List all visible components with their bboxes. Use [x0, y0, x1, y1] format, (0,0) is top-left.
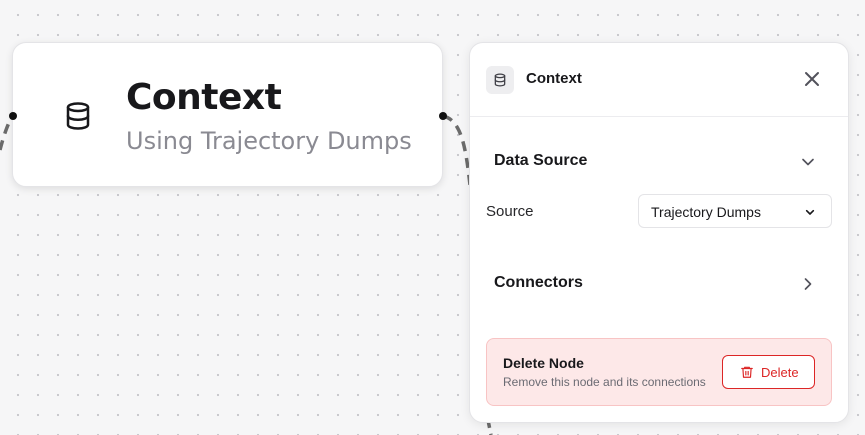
delete-node-title: Delete Node: [503, 355, 584, 371]
delete-node-description: Remove this node and its connections: [503, 375, 706, 389]
chevron-right-icon: [804, 278, 812, 290]
database-icon: [494, 73, 506, 87]
delete-button[interactable]: Delete: [722, 355, 815, 389]
panel-icon-badge: [486, 66, 514, 94]
chevron-down-icon: [805, 209, 815, 215]
trash-icon: [741, 366, 753, 378]
node-settings-panel: Context Data Source Source Trajectory Du…: [469, 42, 849, 423]
close-button[interactable]: [800, 67, 824, 91]
source-label: Source: [486, 203, 534, 220]
data-source-title: Data Source: [494, 152, 588, 169]
close-icon: [805, 72, 819, 86]
data-source-section-toggle[interactable]: Data Source: [470, 142, 848, 182]
connectors-title: Connectors: [494, 274, 583, 291]
panel-header: Context: [470, 43, 848, 117]
chevron-down-icon: [802, 158, 814, 166]
node-output-handle[interactable]: [439, 112, 447, 120]
node-title: Context: [126, 77, 282, 118]
source-select[interactable]: Trajectory Dumps: [638, 194, 832, 228]
source-select-value: Trajectory Dumps: [651, 204, 761, 220]
node-subtitle: Using Trajectory Dumps: [126, 127, 412, 155]
connectors-section-toggle[interactable]: Connectors: [470, 264, 848, 304]
panel-title: Context: [526, 70, 582, 87]
delete-button-label: Delete: [761, 365, 799, 380]
edge-outgoing: [442, 114, 472, 186]
database-icon: [66, 102, 90, 130]
edge-incoming: [0, 115, 14, 151]
node-input-handle[interactable]: [9, 112, 17, 120]
delete-node-zone: Delete Node Remove this node and its con…: [486, 338, 832, 406]
context-node[interactable]: Context Using Trajectory Dumps: [12, 42, 443, 187]
